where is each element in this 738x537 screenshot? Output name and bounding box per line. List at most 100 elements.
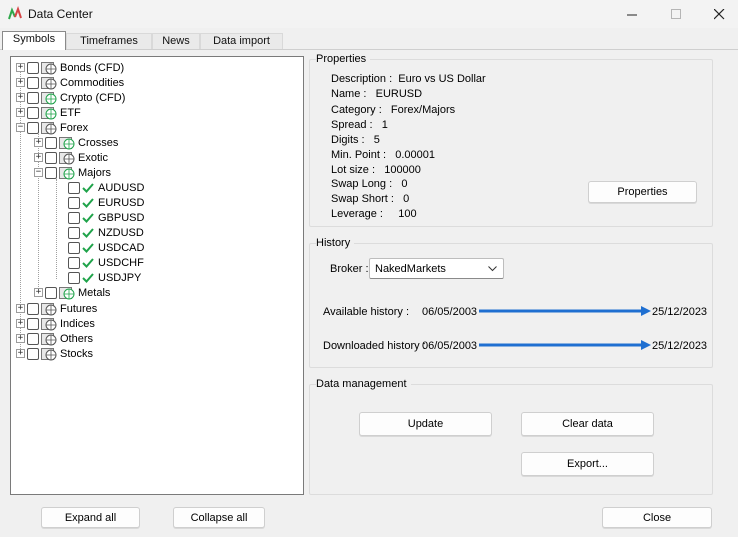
tree-checkbox[interactable] (68, 256, 80, 269)
expand-icon[interactable]: + (16, 78, 25, 87)
collapse-icon[interactable]: − (16, 123, 25, 132)
property-value: Euro vs US Dollar (398, 73, 486, 85)
downloaded-history-label: Downloaded history : (323, 340, 426, 352)
tree-item-label: Commodities (60, 76, 125, 89)
export-button[interactable]: Export... (521, 452, 654, 476)
property-row-swap-short: Swap Short : 0 (331, 193, 409, 205)
checkmark-icon (82, 227, 94, 238)
tree-checkbox[interactable] (27, 121, 39, 134)
property-value: EURUSD (375, 88, 423, 100)
tree-checkbox[interactable] (45, 166, 57, 179)
tree-item-indices[interactable]: + Indices (16, 316, 95, 331)
tree-item-forex[interactable]: − Forex (16, 120, 88, 135)
tree-checkbox[interactable] (68, 211, 80, 224)
tree-checkbox[interactable] (27, 61, 39, 74)
update-button[interactable]: Update (359, 412, 492, 436)
minimize-button[interactable] (610, 0, 654, 28)
tree-item-audusd[interactable]: AUDUSD (68, 180, 144, 195)
broker-select[interactable]: NakedMarkets (369, 258, 504, 279)
tree-item-exotic[interactable]: + Exotic (34, 150, 108, 165)
tree-item-stocks[interactable]: + Stocks (16, 346, 93, 361)
folder-globe-icon (59, 286, 75, 299)
tree-item-usdchf[interactable]: USDCHF (68, 255, 144, 270)
tree-checkbox[interactable] (27, 317, 39, 330)
tree-item-crosses[interactable]: + Crosses (34, 135, 118, 150)
property-value: 100000 (384, 164, 421, 176)
expand-icon[interactable]: + (16, 319, 25, 328)
property-value: 0 (403, 193, 410, 205)
tree-item-gbpusd[interactable]: GBPUSD (68, 210, 144, 225)
collapse-icon[interactable]: − (34, 168, 43, 177)
data-management-group-title: Data management (316, 378, 411, 390)
tree-checkbox[interactable] (45, 136, 57, 149)
tree-checkbox[interactable] (27, 106, 39, 119)
tree-checkbox[interactable] (45, 151, 57, 164)
tree-item-label: Crypto (CFD) (60, 91, 126, 104)
property-label: Spread : (331, 119, 373, 131)
expand-icon[interactable]: + (16, 93, 25, 102)
tab-news[interactable]: News (152, 33, 200, 49)
tree-item-label: Futures (60, 302, 98, 315)
expand-icon[interactable]: + (34, 138, 43, 147)
expand-all-button[interactable]: Expand all (41, 507, 140, 528)
property-value: 0.00001 (395, 149, 435, 161)
tree-item-label: Bonds (CFD) (60, 61, 125, 74)
tree-checkbox[interactable] (27, 347, 39, 360)
tree-checkbox[interactable] (27, 91, 39, 104)
tree-item-eurusd[interactable]: EURUSD (68, 195, 144, 210)
tree-item-usdcad[interactable]: USDCAD (68, 240, 144, 255)
tree-checkbox[interactable] (68, 181, 80, 194)
property-value: 100 (398, 208, 417, 220)
properties-group-title: Properties (316, 53, 371, 65)
close-button[interactable]: Close (602, 507, 712, 528)
tree-item-label: USDCHF (98, 256, 144, 269)
tree-item-nzdusd[interactable]: NZDUSD (68, 225, 144, 240)
maximize-icon (670, 8, 681, 19)
tab-timeframes[interactable]: Timeframes (66, 33, 152, 49)
expand-icon[interactable]: + (16, 304, 25, 313)
checkmark-icon (82, 257, 94, 268)
tree-item-etf[interactable]: + ETF (16, 105, 81, 120)
expand-icon[interactable]: + (34, 153, 43, 162)
expand-icon[interactable]: + (16, 349, 25, 358)
clear-data-button[interactable]: Clear data (521, 412, 654, 436)
tree-checkbox[interactable] (27, 76, 39, 89)
folder-globe-icon (41, 76, 57, 89)
tree-item-futures[interactable]: + Futures (16, 301, 97, 316)
tree-checkbox[interactable] (68, 196, 80, 209)
tree-item-majors[interactable]: − Majors (34, 165, 111, 180)
expand-icon[interactable]: + (34, 288, 43, 297)
tree-item-bonds[interactable]: + Bonds (CFD) (16, 60, 124, 75)
maximize-button[interactable] (654, 0, 698, 28)
close-window-button[interactable] (697, 0, 738, 28)
tree-item-usdjpy[interactable]: USDJPY (68, 270, 141, 285)
tree-item-crypto[interactable]: + Crypto (CFD) (16, 90, 125, 105)
tab-data-import[interactable]: Data import (200, 33, 283, 49)
expand-icon[interactable]: + (16, 108, 25, 117)
expand-icon[interactable]: + (16, 63, 25, 72)
property-row-name: Name : EURUSD (331, 88, 422, 100)
broker-label: Broker : (330, 263, 369, 275)
expand-icon[interactable]: + (16, 334, 25, 343)
checkmark-icon (82, 182, 94, 193)
tree-item-label: Indices (60, 317, 95, 330)
tree-item-label: Metals (78, 286, 111, 299)
tree-item-label: AUDUSD (98, 181, 145, 194)
tree-checkbox[interactable] (68, 241, 80, 254)
tree-checkbox[interactable] (68, 271, 80, 284)
available-history-to: 25/12/2023 (652, 306, 708, 318)
collapse-all-button[interactable]: Collapse all (173, 507, 265, 528)
symbols-tree[interactable]: + Bonds (CFD) + Commodities + Crypto (CF… (10, 56, 304, 495)
tree-checkbox[interactable] (27, 332, 39, 345)
tree-checkbox[interactable] (68, 226, 80, 239)
downloaded-history-from: 06/05/2003 (422, 340, 478, 352)
tree-item-commodities[interactable]: + Commodities (16, 75, 124, 90)
checkmark-icon (82, 197, 94, 208)
tree-item-label: Forex (60, 121, 89, 134)
tree-item-metals[interactable]: + Metals (34, 285, 110, 300)
tree-item-others[interactable]: + Others (16, 331, 93, 346)
tab-symbols[interactable]: Symbols (2, 31, 66, 50)
tree-checkbox[interactable] (45, 286, 57, 299)
properties-button[interactable]: Properties (588, 181, 697, 203)
tree-checkbox[interactable] (27, 302, 39, 315)
